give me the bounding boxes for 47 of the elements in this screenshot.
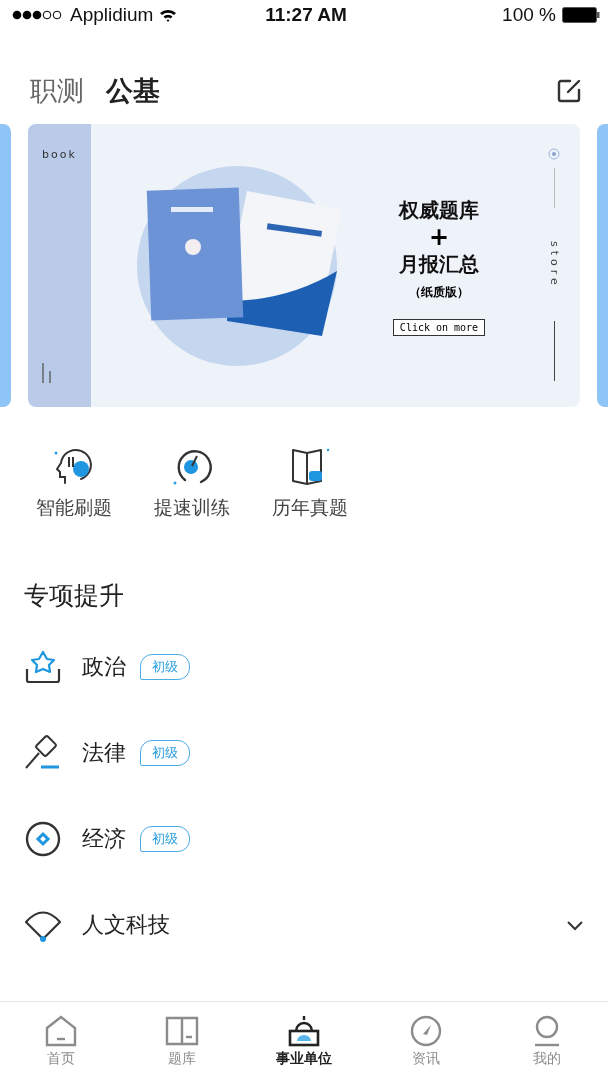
edit-icon[interactable] [556,78,582,104]
section-title: 专项提升 [24,580,125,612]
tab-bar-item[interactable]: 事业单位 [243,1002,365,1080]
banner-headline: 月报汇总 [399,250,479,278]
click-more-button[interactable]: Click on more [392,318,486,336]
dot-circle-icon [548,148,560,160]
banner-headline: 权威题库 [399,196,479,224]
subject-name: 经济 [82,825,126,853]
building-icon [287,1014,321,1047]
header-tab[interactable]: 公基 [102,73,164,109]
gavel-icon [24,735,62,771]
coin-icon [24,821,62,857]
banner[interactable]: book 权威题库 + 月报汇总 （纸质版） Click on more store [28,124,580,407]
tab-bar-item[interactable]: 资讯 [364,1002,487,1080]
carrier-name: Applidium [70,4,154,26]
chevron-icon[interactable] [566,919,584,931]
battery-icon [562,7,600,23]
subject-row[interactable]: 法律 初级 [0,710,608,796]
plus-sign: + [428,223,450,250]
battery-percent: 100 % [502,4,556,26]
subject-row[interactable]: 人文科技 [0,882,608,968]
home-icon [43,1014,78,1047]
subject-row[interactable]: 经济 初级 [0,796,608,882]
banner-vertical-label: store [547,240,561,289]
subject-row[interactable]: 政治 初级 [0,624,608,710]
shortcut-item[interactable]: 提速训练 [133,447,251,521]
tab-bar-item[interactable]: 我的 [486,1002,608,1080]
compass-icon [408,1014,443,1047]
clock: 11:27 AM [265,4,347,26]
book-icon [165,1014,200,1047]
wifi-icon [159,8,178,22]
level-tag: 初级 [140,740,190,766]
level-tag: 初级 [140,654,190,680]
tab-bar-item[interactable]: 题库 [121,1002,244,1080]
level-tag: 初级 [140,826,190,852]
subject-name: 法律 [82,739,126,767]
star-icon [24,649,62,685]
bars-icon [42,363,52,383]
banner-side-label: book [42,148,77,161]
subject-name: 政治 [82,653,126,681]
shortcut-item[interactable]: 历年真题 [251,447,369,521]
shortcut-item[interactable]: 智能刷题 [15,447,133,521]
banner-subtitle: （纸质版） [409,283,469,301]
header-tab[interactable]: 职测 [26,73,88,109]
signal-icon [12,10,64,20]
subject-name: 人文科技 [82,911,170,939]
tab-bar-item[interactable]: 首页 [0,1002,122,1080]
